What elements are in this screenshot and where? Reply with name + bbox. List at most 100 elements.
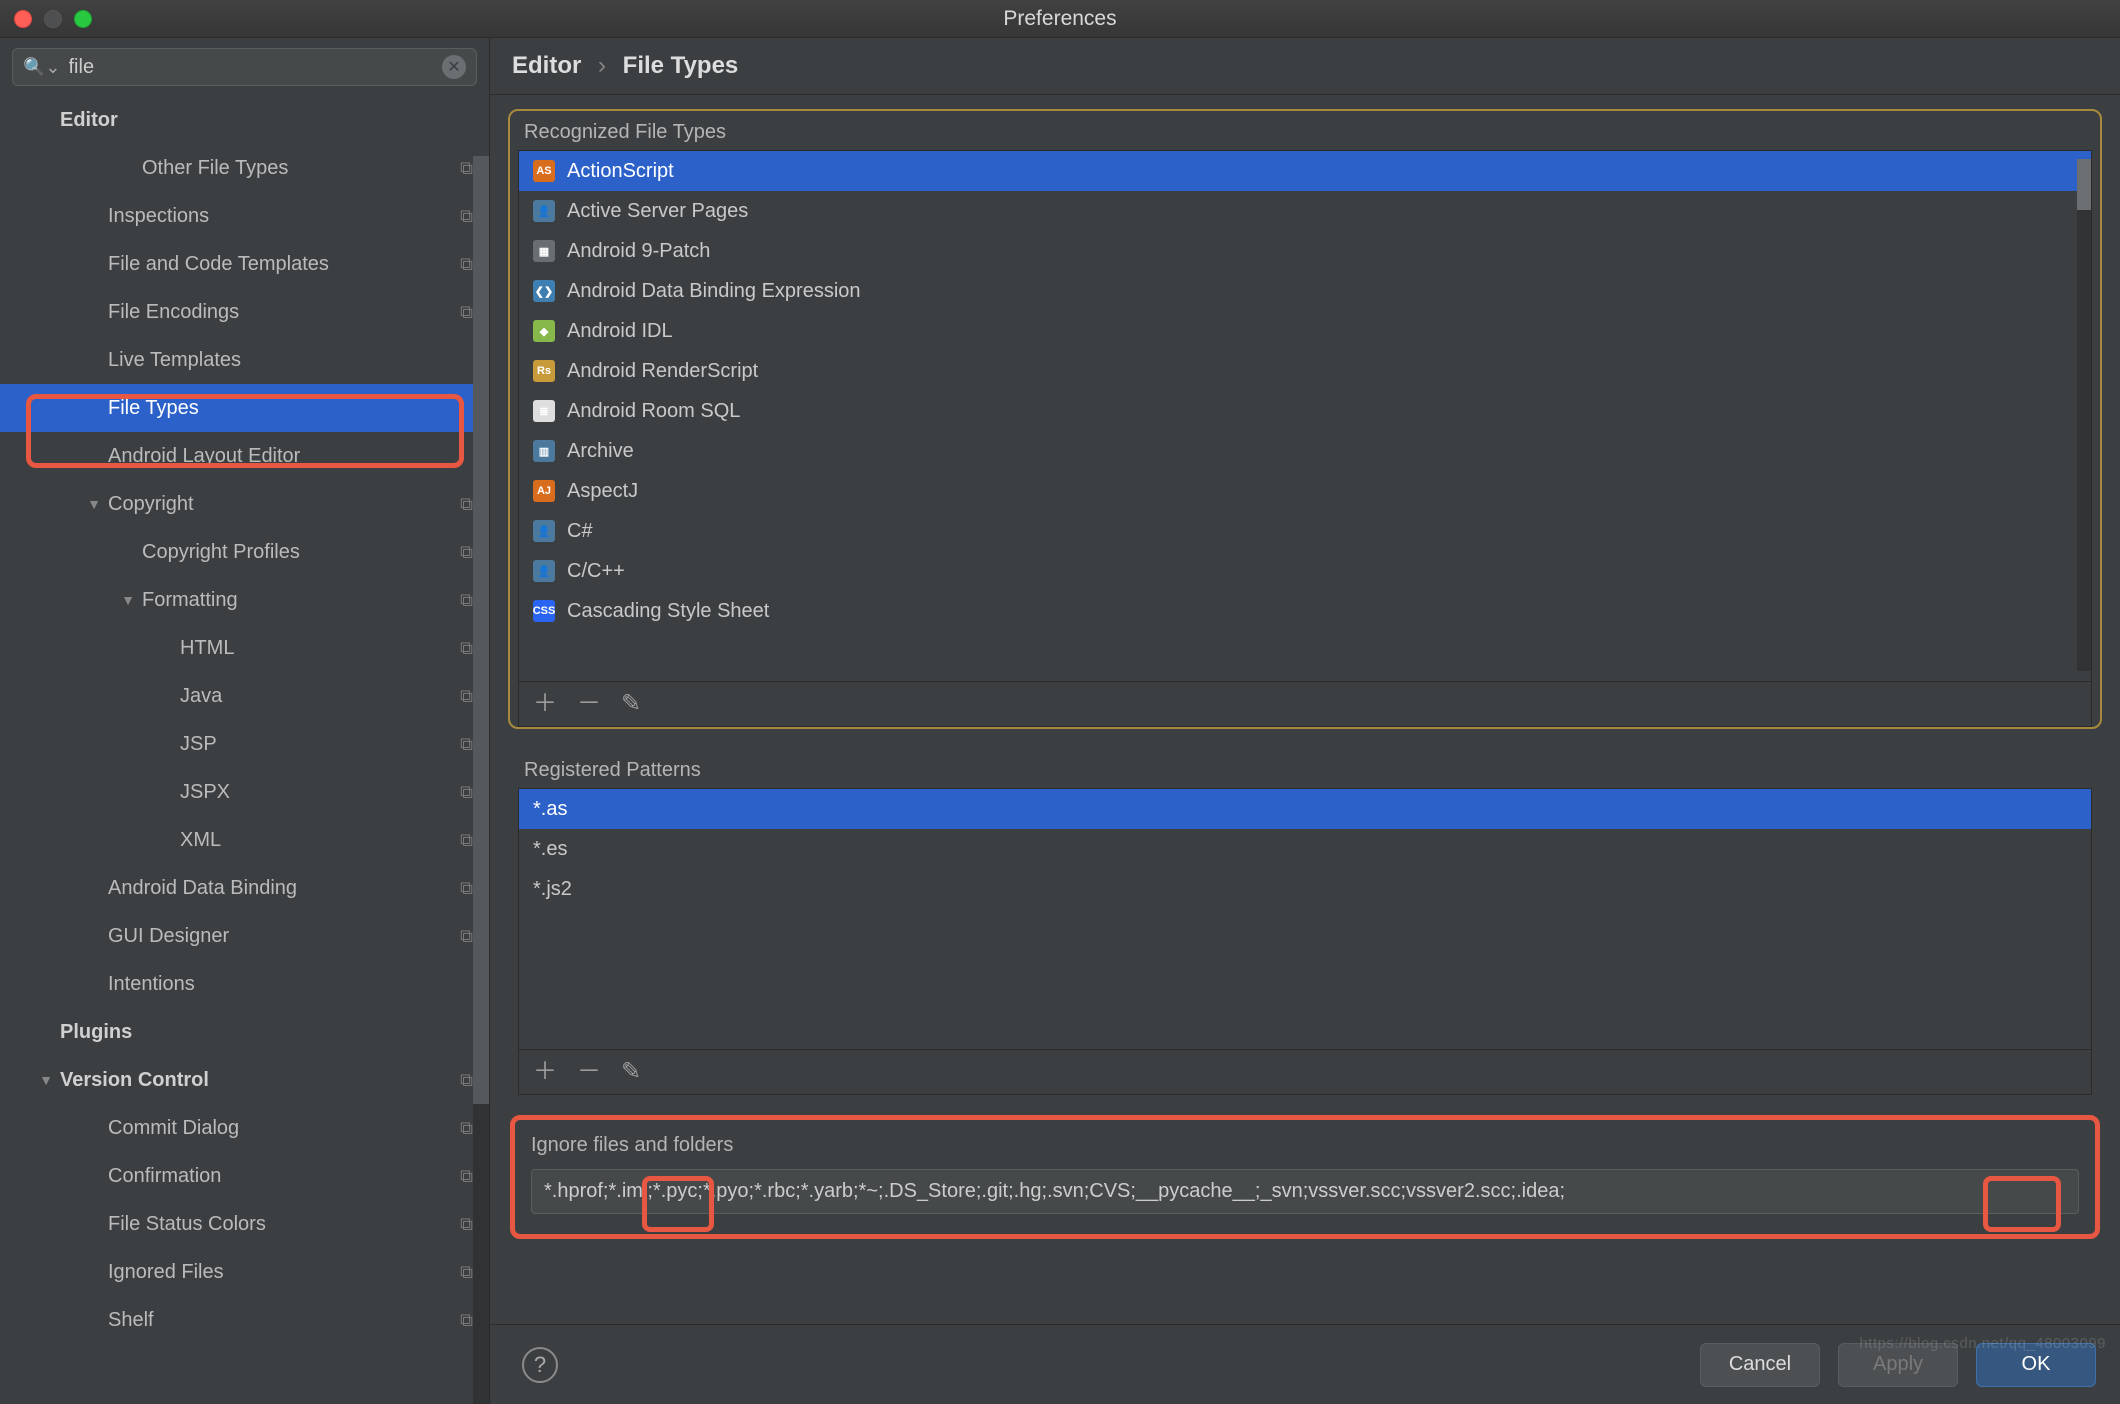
registered-patterns-panel: Registered Patterns *.as *.es *.js2 ＋ － ✎ (508, 747, 2102, 1097)
remove-button[interactable]: － (577, 1060, 601, 1084)
sidebar-item-label: File Status Colors (108, 1213, 460, 1236)
sidebar-item-android-layout-editor[interactable]: Android Layout Editor (0, 432, 489, 480)
add-button[interactable]: ＋ (533, 1060, 557, 1084)
edit-button[interactable]: ✎ (621, 692, 641, 716)
breadcrumb: Editor › File Types (490, 38, 2120, 95)
sidebar-item-label: Ignored Files (108, 1261, 460, 1284)
filetype-label: Active Server Pages (567, 200, 748, 223)
window-controls (14, 10, 92, 28)
sidebar-item-label: Java (180, 685, 460, 708)
sidebar-item-plugins[interactable]: Plugins (0, 1008, 489, 1056)
recognized-file-types-panel: Recognized File Types ASActionScript👤Act… (508, 109, 2102, 729)
help-button[interactable]: ? (522, 1347, 558, 1383)
sidebar-item-jspx[interactable]: JSPX⧉ (0, 768, 489, 816)
copy-profile-icon: ⧉ (460, 158, 473, 179)
pattern-item[interactable]: *.as (519, 789, 2091, 829)
filetype-icon: AJ (533, 480, 555, 502)
sidebar-item-live-templates[interactable]: Live Templates (0, 336, 489, 384)
filetype-item[interactable]: ▦Android 9-Patch (519, 231, 2091, 271)
pattern-label: *.es (533, 838, 567, 861)
sidebar-item-file-encodings[interactable]: File Encodings⧉ (0, 288, 489, 336)
scrollbar-thumb[interactable] (473, 156, 489, 1104)
filetype-item[interactable]: ◆ Android IDL (519, 311, 2091, 351)
settings-tree[interactable]: EditorOther File Types⧉Inspections⧉File … (0, 96, 489, 1404)
section-title: Ignore files and folders (531, 1134, 2079, 1169)
filetype-item[interactable]: 👤Active Server Pages (519, 191, 2091, 231)
sidebar-item-label: HTML (180, 637, 460, 660)
sidebar-item-label: XML (180, 829, 460, 852)
close-window-button[interactable] (14, 10, 32, 28)
minimize-window-button[interactable] (44, 10, 62, 28)
clear-search-button[interactable]: ✕ (442, 55, 466, 79)
sidebar-item-label: Other File Types (142, 157, 460, 180)
sidebar-item-html[interactable]: HTML⧉ (0, 624, 489, 672)
filetype-label: Android RenderScript (567, 360, 758, 383)
filetype-item[interactable]: RsAndroid RenderScript (519, 351, 2091, 391)
filetype-label: Cascading Style Sheet (567, 600, 769, 623)
recognized-list[interactable]: ASActionScript👤Active Server Pages▦Andro… (518, 150, 2092, 727)
copy-profile-icon: ⧉ (460, 590, 473, 611)
recognized-toolbar: ＋ － ✎ (519, 681, 2091, 726)
sidebar-item-file-types[interactable]: File Types (0, 384, 489, 432)
sidebar-item-java[interactable]: Java⧉ (0, 672, 489, 720)
filetype-label: Android IDL (567, 320, 673, 343)
edit-button[interactable]: ✎ (621, 1060, 641, 1084)
sidebar-item-version-control[interactable]: ▼Version Control⧉ (0, 1056, 489, 1104)
sidebar-item-label: Version Control (60, 1069, 460, 1092)
remove-button[interactable]: － (577, 692, 601, 716)
sidebar-item-editor[interactable]: Editor (0, 96, 489, 144)
pattern-item[interactable]: *.js2 (519, 869, 2091, 909)
copy-profile-icon: ⧉ (460, 206, 473, 227)
sidebar-item-shelf[interactable]: Shelf⧉ (0, 1296, 489, 1344)
sidebar-item-xml[interactable]: XML⧉ (0, 816, 489, 864)
filetype-icon: ◆ (533, 320, 555, 342)
sidebar-item-gui-designer[interactable]: GUI Designer⧉ (0, 912, 489, 960)
sidebar-item-file-and-code-templates[interactable]: File and Code Templates⧉ (0, 240, 489, 288)
zoom-window-button[interactable] (74, 10, 92, 28)
sidebar-item-label: GUI Designer (108, 925, 460, 948)
search-box[interactable]: 🔍⌄ ✕ (12, 48, 477, 86)
section-title: Registered Patterns (510, 749, 2100, 788)
filetype-item[interactable]: ❮❯Android Data Binding Expression (519, 271, 2091, 311)
sidebar-item-other-file-types[interactable]: Other File Types⧉ (0, 144, 489, 192)
sidebar-item-commit-dialog[interactable]: Commit Dialog⧉ (0, 1104, 489, 1152)
ignore-input[interactable] (531, 1169, 2079, 1214)
sidebar-item-copyright-profiles[interactable]: Copyright Profiles⧉ (0, 528, 489, 576)
filetype-label: ActionScript (567, 160, 674, 183)
filetype-item[interactable]: 👤C# (519, 511, 2091, 551)
sidebar-item-file-status-colors[interactable]: File Status Colors⧉ (0, 1200, 489, 1248)
filetype-item[interactable]: ≣Android Room SQL (519, 391, 2091, 431)
filetype-label: Archive (567, 440, 634, 463)
breadcrumb-root[interactable]: Editor (512, 52, 581, 79)
filetype-icon: CSS (533, 600, 555, 622)
filetype-item[interactable]: AJAspectJ (519, 471, 2091, 511)
sidebar-item-android-data-binding[interactable]: Android Data Binding⧉ (0, 864, 489, 912)
list-scrollbar[interactable] (2077, 159, 2091, 671)
sidebar-item-inspections[interactable]: Inspections⧉ (0, 192, 489, 240)
pattern-item[interactable]: *.es (519, 829, 2091, 869)
copy-profile-icon: ⧉ (460, 734, 473, 755)
search-input[interactable] (69, 56, 435, 79)
sidebar-item-jsp[interactable]: JSP⧉ (0, 720, 489, 768)
sidebar-item-label: Inspections (108, 205, 460, 228)
patterns-list[interactable]: *.as *.es *.js2 ＋ － ✎ (518, 788, 2092, 1095)
filetype-icon: ▥ (533, 440, 555, 462)
sidebar-item-confirmation[interactable]: Confirmation⧉ (0, 1152, 489, 1200)
sidebar-item-label: JSPX (180, 781, 460, 804)
sidebar-item-intentions[interactable]: Intentions (0, 960, 489, 1008)
add-button[interactable]: ＋ (533, 692, 557, 716)
filetype-icon: 👤 (533, 560, 555, 582)
tree-scrollbar[interactable] (473, 156, 489, 1404)
sidebar-item-ignored-files[interactable]: Ignored Files⧉ (0, 1248, 489, 1296)
filetype-item[interactable]: ASActionScript (519, 151, 2091, 191)
filetype-item[interactable]: 👤C/C++ (519, 551, 2091, 591)
cancel-button[interactable]: Cancel (1700, 1343, 1820, 1387)
window-title: Preferences (1003, 7, 1116, 31)
sidebar-item-formatting[interactable]: ▼Formatting⧉ (0, 576, 489, 624)
filetype-item[interactable]: CSS Cascading Style Sheet (519, 591, 2091, 631)
filetype-icon: ▦ (533, 240, 555, 262)
scrollbar-thumb[interactable] (2077, 159, 2091, 210)
ignore-files-panel: Ignore files and folders (510, 1115, 2100, 1239)
filetype-item[interactable]: ▥ Archive (519, 431, 2091, 471)
sidebar-item-copyright[interactable]: ▼Copyright⧉ (0, 480, 489, 528)
